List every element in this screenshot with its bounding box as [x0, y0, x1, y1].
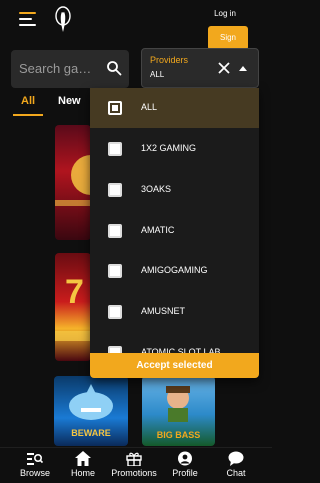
- checkbox[interactable]: [108, 305, 122, 319]
- game-tile[interactable]: [55, 125, 91, 240]
- game-tile-art: [55, 155, 91, 206]
- game-tile[interactable]: BEWARE: [54, 376, 128, 446]
- providers-select[interactable]: Providers ALL: [141, 48, 259, 88]
- accept-selected-button[interactable]: Accept selected: [90, 353, 259, 378]
- nav-profile[interactable]: Profile: [158, 451, 212, 483]
- checkbox[interactable]: [108, 101, 122, 115]
- game-tile[interactable]: BIG BASS: [142, 376, 215, 446]
- search-placeholder: Search ga…: [19, 61, 92, 76]
- provider-option-label: 1X2 GAMING: [141, 143, 197, 153]
- provider-option-amatic[interactable]: AMATIC: [90, 211, 259, 251]
- sign-up-button[interactable]: Sign: [208, 26, 248, 50]
- tab-all[interactable]: All: [21, 95, 35, 107]
- bottom-nav: Browse Home Promotions Profile Chat: [0, 447, 272, 483]
- chat-icon: [228, 451, 244, 466]
- nav-label: Home: [70, 468, 95, 478]
- checkbox[interactable]: [108, 264, 122, 278]
- menu-icon[interactable]: [19, 12, 36, 26]
- providers-value: ALL: [150, 70, 165, 79]
- provider-option-label: AMUSNET: [141, 306, 186, 316]
- close-icon[interactable]: [217, 61, 231, 75]
- nav-label: Chat: [226, 468, 246, 478]
- provider-option-amigogaming[interactable]: AMIGOGAMING: [90, 251, 259, 291]
- nav-label: Promotions: [111, 468, 157, 478]
- providers-dropdown: ALL 1X2 GAMING 3OAKS AMATIC AMIGOGAMING …: [90, 88, 259, 378]
- game-title: BEWARE: [71, 428, 111, 438]
- svg-text:7: 7: [65, 273, 84, 311]
- peacock-logo-icon[interactable]: [52, 6, 74, 34]
- checkbox[interactable]: [108, 142, 122, 156]
- providers-label: Providers: [150, 55, 189, 65]
- chevron-up-icon[interactable]: [239, 66, 247, 71]
- login-button[interactable]: Log in: [207, 6, 243, 22]
- nav-home[interactable]: Home: [56, 451, 110, 483]
- game-title: BIG BASS: [156, 430, 201, 440]
- provider-option-all[interactable]: ALL: [90, 88, 259, 128]
- provider-option-label: AMATIC: [141, 225, 175, 235]
- checkbox[interactable]: [108, 183, 122, 197]
- search-icon[interactable]: [106, 60, 122, 76]
- active-tab-indicator: [13, 114, 43, 116]
- home-icon: [75, 451, 91, 466]
- provider-option-label: ALL: [141, 102, 158, 112]
- nav-label: Profile: [172, 468, 198, 478]
- tab-new[interactable]: New: [58, 95, 81, 107]
- provider-option-1x2-gaming[interactable]: 1X2 GAMING: [90, 129, 259, 169]
- top-header: Log in Sign up: [0, 0, 272, 60]
- gift-icon: [126, 452, 142, 466]
- provider-option-3oaks[interactable]: 3OAKS: [90, 170, 259, 210]
- nav-browse[interactable]: Browse: [8, 451, 62, 483]
- game-tile[interactable]: 7: [55, 253, 91, 361]
- nav-promotions[interactable]: Promotions: [107, 451, 161, 483]
- browse-icon: [27, 453, 43, 465]
- provider-option-amusnet[interactable]: AMUSNET: [90, 292, 259, 332]
- provider-option-label: AMIGOGAMING: [141, 265, 208, 275]
- nav-chat[interactable]: Chat: [209, 451, 263, 483]
- game-tile-art: 7: [55, 273, 91, 341]
- nav-label: Browse: [19, 468, 50, 478]
- checkbox[interactable]: [108, 224, 122, 238]
- search-input[interactable]: Search ga…: [11, 50, 129, 88]
- profile-icon: [178, 451, 192, 466]
- provider-option-label: 3OAKS: [141, 184, 172, 194]
